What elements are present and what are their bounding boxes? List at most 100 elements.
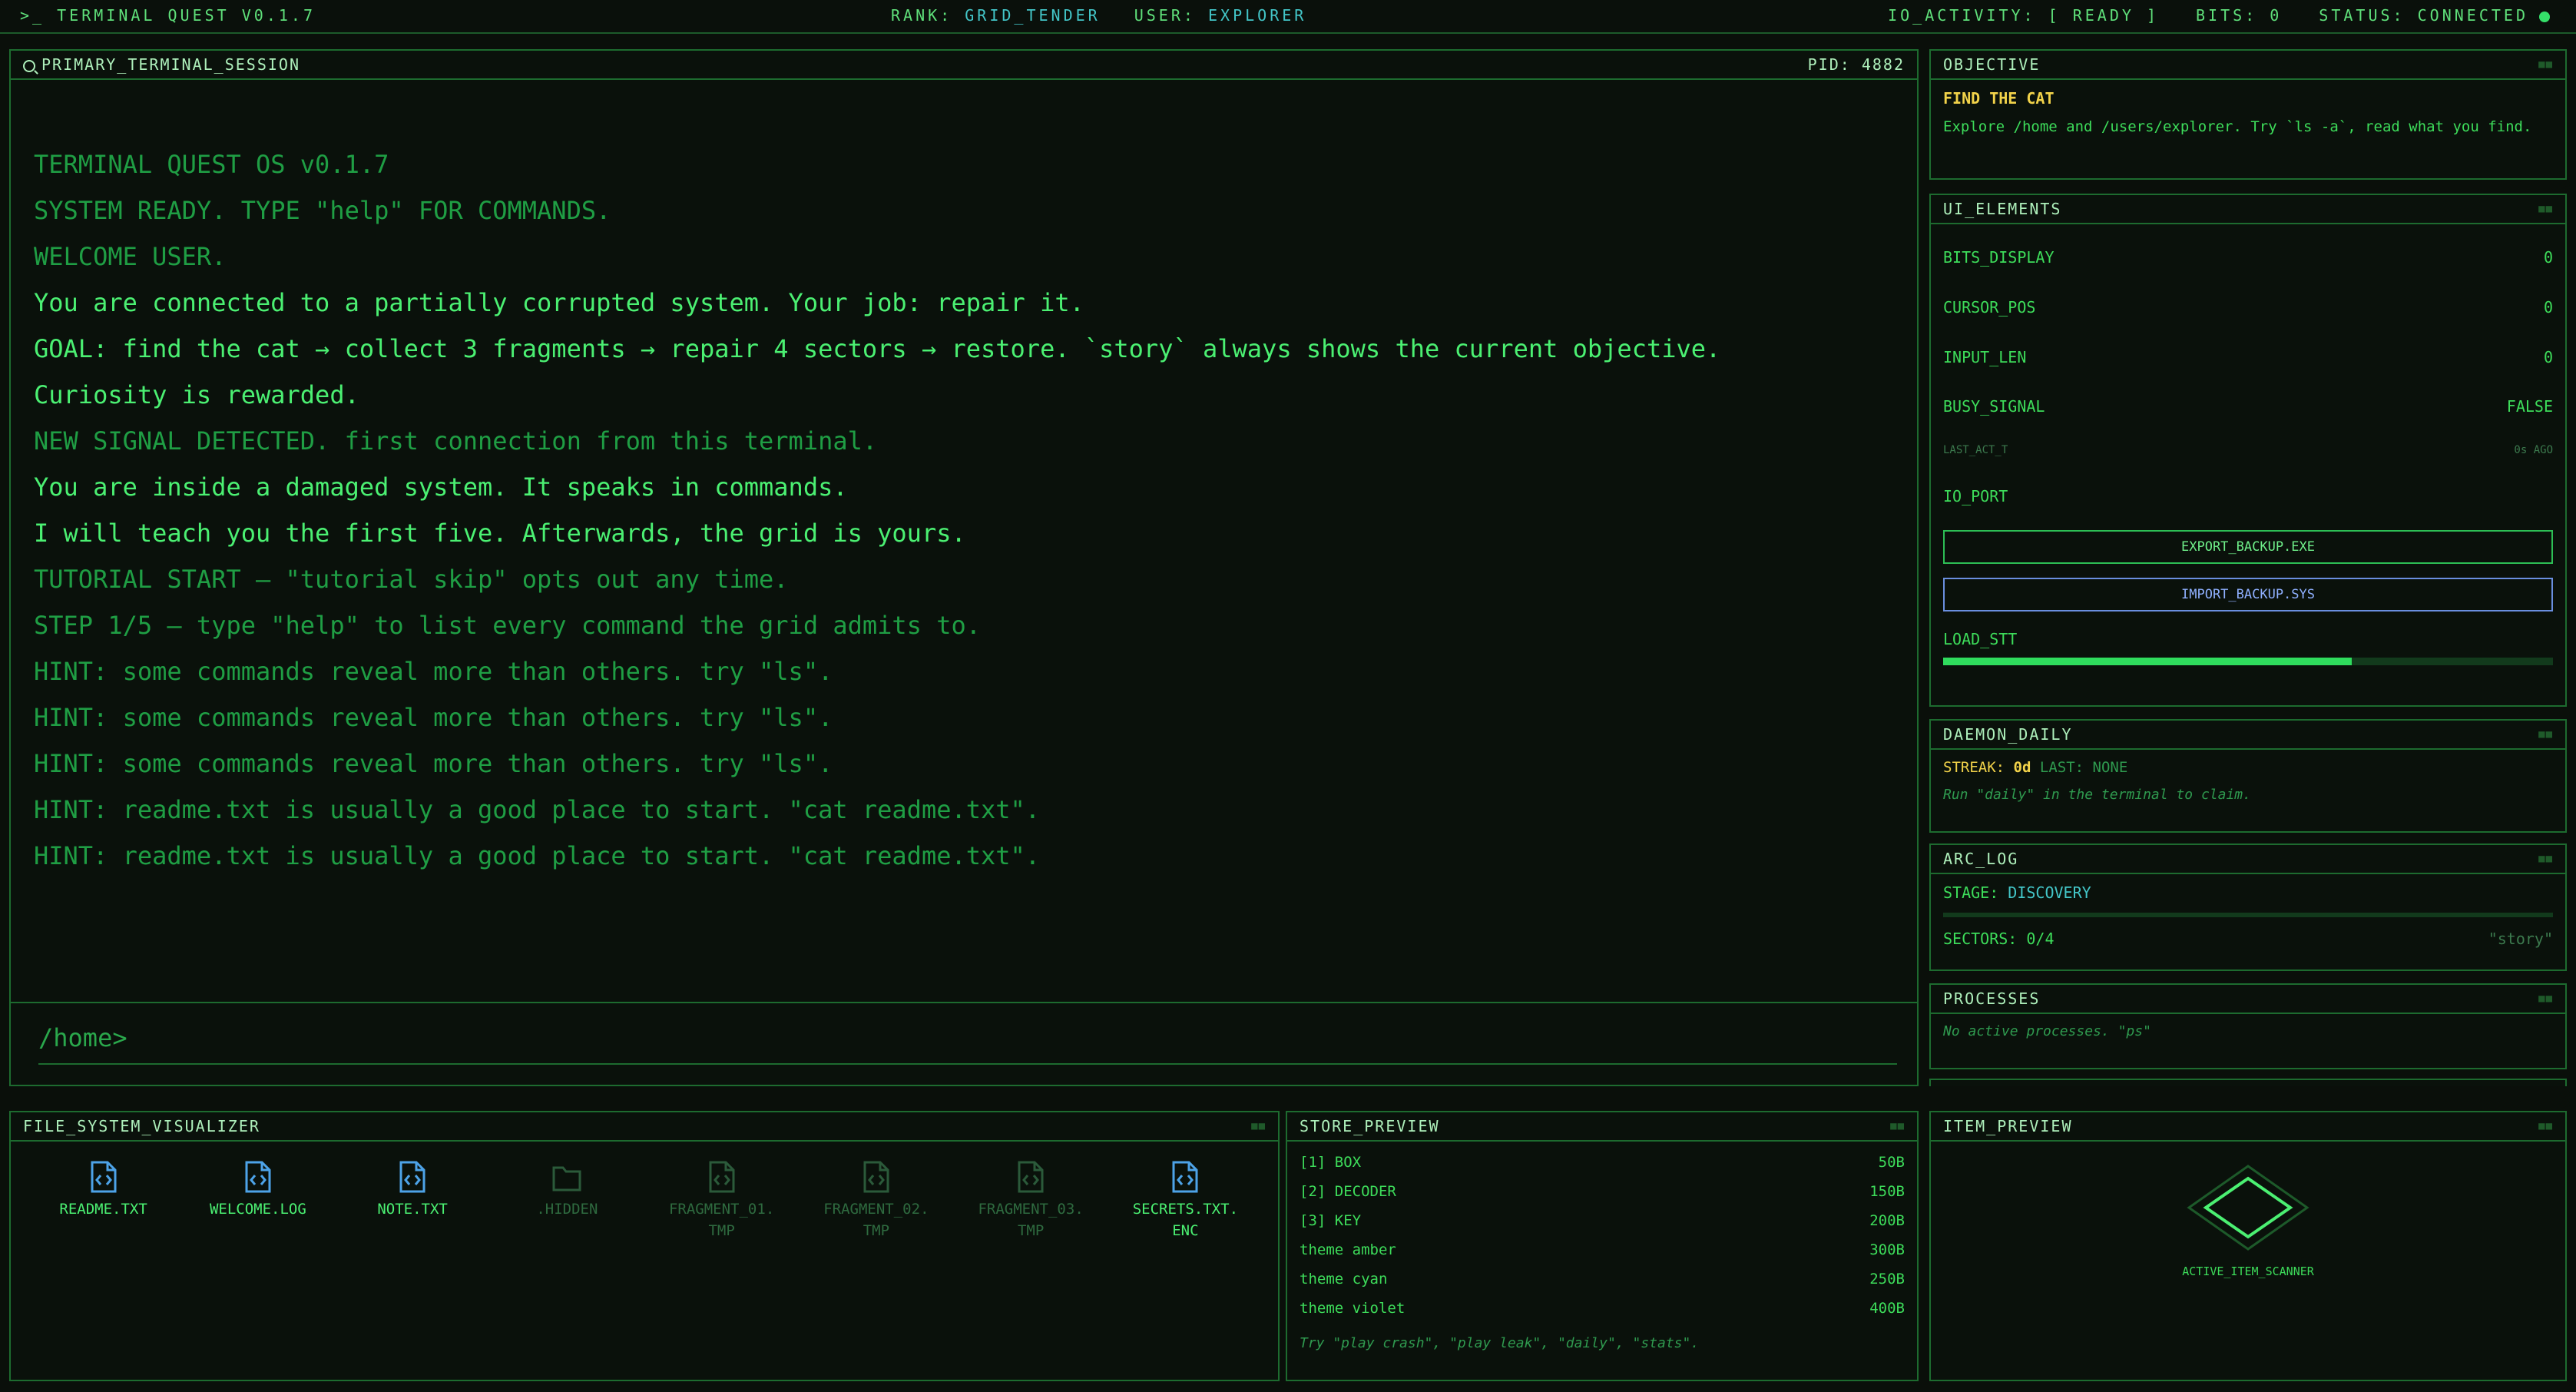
- processes-title: PROCESSES: [1943, 989, 2041, 1008]
- next-panel-edge: [1929, 1079, 2567, 1086]
- store-item-price: 200B: [1869, 1212, 1905, 1229]
- grip-icon[interactable]: ■■: [2538, 853, 2553, 865]
- code-file-icon: [709, 1161, 735, 1193]
- file-item[interactable]: SECRETS.TXT. ENC: [1108, 1160, 1263, 1241]
- store-item-name: theme amber: [1300, 1241, 1396, 1258]
- store-items: [1] BOX 50B [2] DECODER 150B [3] KEY 200B them…: [1300, 1148, 1905, 1323]
- daemon-daily-panel: DAEMON_DAILY ■■ STREAK: 0d LAST: NONE Run…: [1929, 719, 2567, 833]
- store-item[interactable]: [2] DECODER 150B: [1300, 1177, 1905, 1206]
- row-label: CURSOR_POS: [1943, 298, 2036, 317]
- item-preview-title: ITEM_PREVIEW: [1943, 1117, 2073, 1135]
- stage-progress-bar: [1943, 913, 2553, 917]
- status-dot-icon: [2539, 11, 2550, 22]
- terminal-line: TERMINAL QUEST OS v0.1.7: [34, 150, 389, 179]
- daemon-body: STREAK: 0d LAST: NONE Run "daily" in the…: [1931, 750, 2565, 812]
- terminal-output: TERMINAL QUEST OS v0.1.7 SYSTEM READY. TY…: [11, 80, 1917, 986]
- terminal-line: Curiosity is rewarded.: [34, 380, 359, 409]
- load-state: LOAD_STT: [1943, 630, 2553, 665]
- item-preview-panel: ITEM_PREVIEW ■■ ACTIVE_ITEM_SCANNER: [1929, 1111, 2567, 1381]
- terminal-line: HINT: readme.txt is usually a good place…: [34, 841, 1041, 870]
- file-item[interactable]: NOTE.TXT: [336, 1160, 490, 1241]
- file-item[interactable]: WELCOME.LOG: [180, 1160, 335, 1241]
- store-item[interactable]: [3] KEY 200B: [1300, 1206, 1905, 1235]
- stage-line: STAGE: DISCOVERY: [1943, 883, 2553, 902]
- file-name: NOTE.TXT: [377, 1201, 448, 1218]
- store-item-name: [1] BOX: [1300, 1154, 1362, 1171]
- store-item[interactable]: [1] BOX 50B: [1300, 1148, 1905, 1177]
- objective-body: FIND THE CAT Explore /home and /users/ex…: [1931, 80, 2565, 147]
- load-progress-fill: [1943, 658, 2352, 665]
- row-value: 0: [2543, 348, 2553, 366]
- code-file-icon: [91, 1161, 117, 1193]
- story-hint: "story": [2488, 930, 2553, 948]
- row-value: 0: [2543, 298, 2553, 317]
- io-port-row: IO_PORT: [1943, 470, 2553, 522]
- user-indicator: USER: EXPLORER: [1134, 6, 1307, 25]
- row-label: IO_PORT: [1943, 487, 2008, 505]
- grip-icon[interactable]: ■■: [2538, 1120, 2553, 1132]
- code-file-icon: [1172, 1161, 1198, 1193]
- grip-icon[interactable]: ■■: [1251, 1120, 1266, 1132]
- row-value: FALSE: [2506, 397, 2553, 416]
- file-item[interactable]: README.TXT: [26, 1160, 180, 1241]
- terminal-line: HINT: readme.txt is usually a good place…: [34, 795, 1041, 824]
- item-preview-header: ITEM_PREVIEW ■■: [1931, 1112, 2565, 1142]
- code-file-icon: [863, 1161, 889, 1193]
- daemon-header: DAEMON_DAILY ■■: [1931, 721, 2565, 750]
- file-item[interactable]: FRAGMENT_02. TMP: [799, 1160, 953, 1241]
- search-icon: [23, 59, 35, 72]
- sectors-label: SECTORS: 0/4: [1943, 930, 2055, 948]
- file-system-panel: FILE_SYSTEM_VISUALIZER ■■ README.TXT WELCO…: [9, 1111, 1280, 1381]
- store-item[interactable]: theme amber 300B: [1300, 1235, 1905, 1264]
- stage-label: STAGE:: [1943, 883, 1999, 902]
- command-input[interactable]: /home>: [11, 1002, 1917, 1085]
- file-item[interactable]: FRAGMENT_03. TMP: [954, 1160, 1108, 1241]
- store-item-price: 150B: [1869, 1183, 1905, 1200]
- io-activity: IO_ACTIVITY: [ READY ]: [1888, 6, 2159, 25]
- store-item[interactable]: theme violet 400B: [1300, 1294, 1905, 1323]
- terminal-line: SYSTEM READY. TYPE "help" FOR COMMANDS.: [34, 196, 611, 225]
- file-list: README.TXT WELCOME.LOG NOTE.TXT .HIDDEN FRAG…: [11, 1142, 1278, 1241]
- processes-text: No active processes. "ps": [1943, 1023, 2151, 1039]
- store-item-price: 50B: [1878, 1154, 1905, 1171]
- load-label: LOAD_STT: [1943, 630, 2018, 648]
- prompt-label: /home>: [38, 1023, 127, 1052]
- app-title: >_ TERMINAL QUEST V0.1.7: [20, 6, 316, 25]
- row-label: BUSY_SIGNAL: [1943, 397, 2045, 416]
- grip-icon[interactable]: ■■: [1890, 1120, 1905, 1132]
- store-item[interactable]: theme cyan 250B: [1300, 1264, 1905, 1294]
- terminal-line: HINT: some commands reveal more than oth…: [34, 703, 833, 732]
- objective-header: OBJECTIVE ■■: [1931, 51, 2565, 80]
- grip-icon[interactable]: ■■: [2538, 993, 2553, 1005]
- last-label: LAST:: [2039, 759, 2084, 776]
- file-name: FRAGMENT_02. TMP: [823, 1201, 929, 1239]
- terminal-line: WELCOME USER.: [34, 242, 227, 271]
- export-backup-button[interactable]: EXPORT_BACKUP.EXE: [1943, 530, 2553, 564]
- file-item[interactable]: FRAGMENT_01. TMP: [644, 1160, 799, 1241]
- rank-indicator: RANK: GRID_TENDER: [891, 6, 1101, 25]
- arc-log-panel: ARC_LOG ■■ STAGE: DISCOVERY SECTORS: 0/4 "…: [1929, 843, 2567, 971]
- code-file-icon: [399, 1161, 425, 1193]
- streak-label: STREAK:: [1943, 759, 2005, 776]
- processes-panel: PROCESSES ■■ No active processes. "ps": [1929, 983, 2567, 1069]
- cursor-pos-row: CURSOR_POS 0: [1943, 283, 2553, 332]
- file-item[interactable]: .HIDDEN: [490, 1160, 644, 1241]
- streak-line: STREAK: 0d LAST: NONE: [1943, 759, 2553, 776]
- terminal-line: You are inside a damaged system. It spea…: [34, 472, 848, 502]
- import-backup-button[interactable]: IMPORT_BACKUP.SYS: [1943, 578, 2553, 611]
- grip-icon[interactable]: ■■: [2538, 728, 2553, 741]
- stage-value: DISCOVERY: [2008, 883, 2091, 902]
- arc-log-body: STAGE: DISCOVERY SECTORS: 0/4 "story": [1931, 874, 2565, 957]
- terminal-line: You are connected to a partially corrupt…: [34, 288, 1084, 317]
- terminal-header: PRIMARY_TERMINAL_SESSION PID: 4882: [11, 51, 1917, 80]
- terminal-panel: PRIMARY_TERMINAL_SESSION PID: 4882 TERMI…: [9, 49, 1919, 1086]
- file-name: WELCOME.LOG: [209, 1201, 306, 1218]
- grip-icon[interactable]: ■■: [2538, 203, 2553, 215]
- last-value: NONE: [2092, 759, 2128, 776]
- code-file-icon: [245, 1161, 271, 1193]
- row-label: LAST_ACT_T: [1943, 444, 2008, 456]
- store-body: [1] BOX 50B [2] DECODER 150B [3] KEY 200B them…: [1287, 1142, 1917, 1361]
- row-label: INPUT_LEN: [1943, 348, 2027, 366]
- grip-icon[interactable]: ■■: [2538, 58, 2553, 71]
- file-name: FRAGMENT_01. TMP: [668, 1201, 775, 1239]
